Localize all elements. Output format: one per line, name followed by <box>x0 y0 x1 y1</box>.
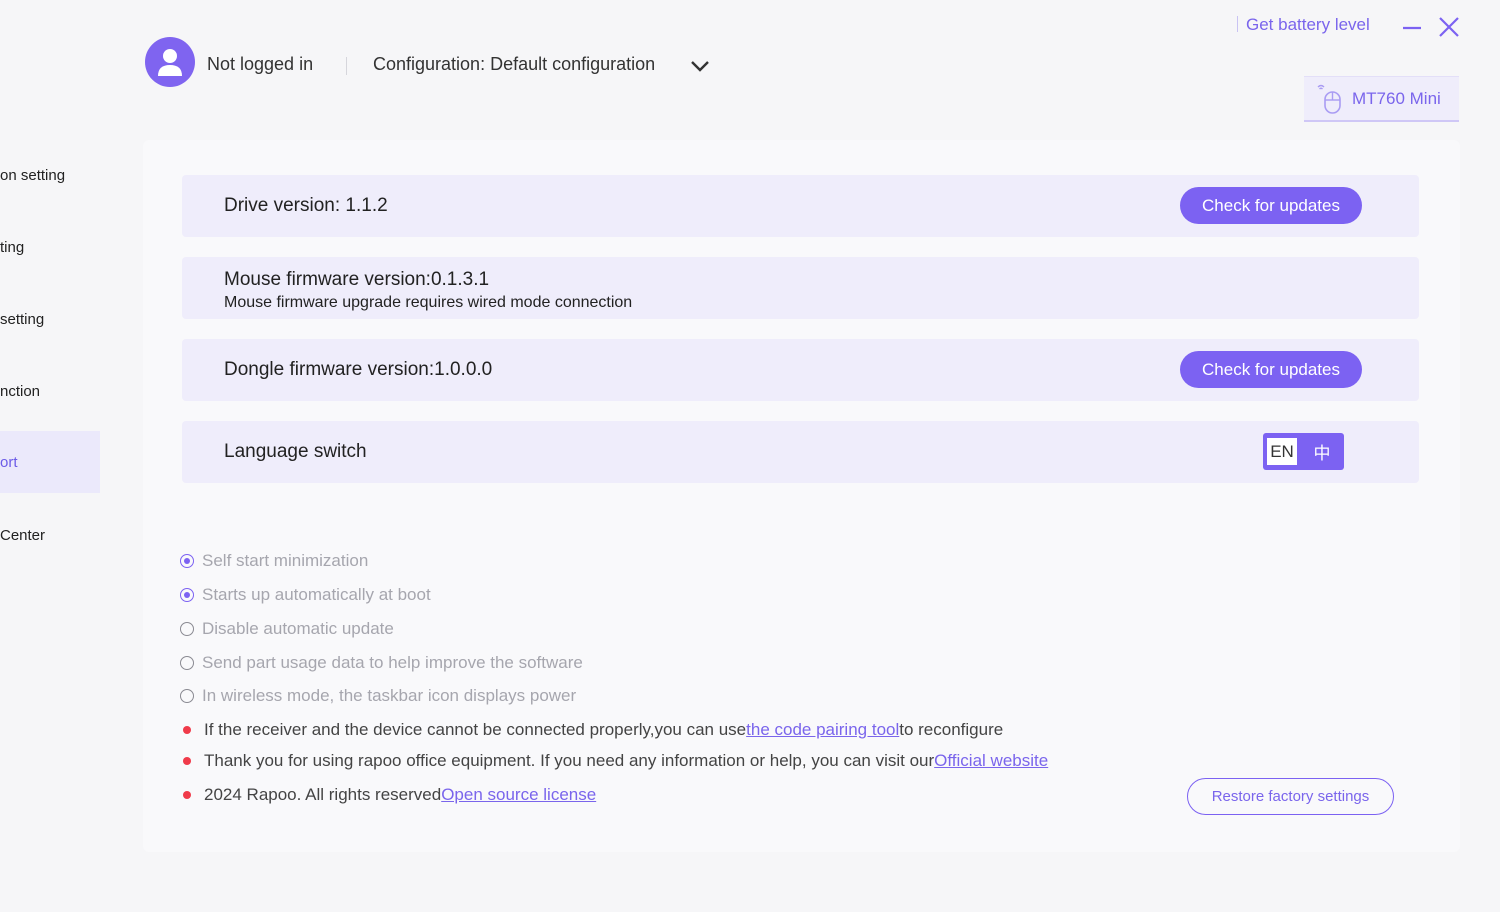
option-label: In wireless mode, the taskbar icon displ… <box>202 686 577 705</box>
radio-checked[interactable] <box>180 554 194 568</box>
avatar[interactable] <box>145 37 195 87</box>
radio-checked[interactable] <box>180 588 194 602</box>
sidebar-item-label: ort <box>0 453 18 471</box>
bullet-icon <box>183 757 191 765</box>
bullet-icon <box>183 726 191 734</box>
chevron-down-icon[interactable] <box>689 57 711 75</box>
close-icon[interactable] <box>1437 16 1461 38</box>
option-self-start-minimization[interactable]: Self start minimization <box>180 551 368 571</box>
app-window: on setting ting setting nction ort Cente… <box>0 0 1500 912</box>
login-status[interactable]: Not logged in <box>207 54 313 75</box>
sidebar-item-button-setting[interactable]: on setting <box>0 144 100 206</box>
sidebar-item-center[interactable]: Center <box>0 504 100 566</box>
bullet-icon <box>183 791 191 799</box>
sidebar-item-support[interactable]: ort <box>0 431 100 493</box>
mouse-firmware-note: Mouse firmware upgrade requires wired mo… <box>224 294 633 311</box>
sidebar-item-function[interactable]: nction <box>0 360 100 422</box>
minimize-icon[interactable] <box>1401 16 1423 38</box>
check-dongle-updates-button[interactable]: Check for updates <box>1180 351 1362 388</box>
dongle-firmware-row: Dongle firmware version:1.0.0.0 Check fo… <box>182 339 1419 401</box>
toolbar-divider <box>1237 16 1238 32</box>
user-icon <box>158 49 182 76</box>
thanks-note-prefix: Thank you for using rapoo office equipme… <box>204 751 935 770</box>
mouse-firmware-row: Mouse firmware version:0.1.3.1 Mouse fir… <box>182 257 1419 319</box>
copyright-text: 2024 Rapoo. All rights reserved <box>204 785 442 804</box>
sidebar-item-label: on setting <box>0 166 66 184</box>
option-taskbar-power[interactable]: In wireless mode, the taskbar icon displ… <box>180 686 576 706</box>
language-row: Language switch EN 中 <box>182 421 1419 483</box>
drive-version-row: Drive version: 1.1.2 Check for updates <box>182 175 1419 237</box>
configuration-selector[interactable]: Configuration: Default configuration <box>373 54 655 75</box>
option-label: Send part usage data to help improve the… <box>202 653 583 672</box>
radio-unchecked[interactable] <box>180 656 194 670</box>
option-label: Disable automatic update <box>202 619 394 638</box>
option-disable-auto-update[interactable]: Disable automatic update <box>180 619 394 639</box>
language-toggle[interactable]: EN 中 <box>1263 433 1344 470</box>
radio-unchecked[interactable] <box>180 689 194 703</box>
get-battery-level-link[interactable]: Get battery level <box>1246 15 1370 35</box>
wireless-mouse-icon <box>1317 84 1341 114</box>
sidebar-item-setting[interactable]: ting <box>0 216 100 278</box>
official-website-link[interactable]: Official website <box>934 751 1048 771</box>
code-pairing-tool-link[interactable]: the code pairing tool <box>746 720 899 740</box>
restore-factory-settings-button[interactable]: Restore factory settings <box>1187 778 1394 815</box>
pairing-note: If the receiver and the device cannot be… <box>182 720 1003 740</box>
option-start-at-boot[interactable]: Starts up automatically at boot <box>180 585 431 605</box>
language-switch-label: Language switch <box>224 441 367 462</box>
sidebar-item-label: Center <box>0 526 46 544</box>
sidebar-item-label: nction <box>0 382 41 400</box>
mouse-firmware-label: Mouse firmware version:0.1.3.1 <box>224 269 490 290</box>
dongle-firmware-label: Dongle firmware version:1.0.0.0 <box>224 359 493 380</box>
drive-version-label: Drive version: 1.1.2 <box>224 195 388 216</box>
thanks-note: Thank you for using rapoo office equipme… <box>182 751 1048 771</box>
sidebar: on setting ting setting nction ort Cente… <box>0 140 100 600</box>
language-option-en[interactable]: EN <box>1267 438 1297 465</box>
device-name: MT760 Mini <box>1352 88 1441 108</box>
copyright-note: 2024 Rapoo. All rights reserved Open sou… <box>182 785 596 805</box>
option-send-usage-data[interactable]: Send part usage data to help improve the… <box>180 653 583 673</box>
option-label: Starts up automatically at boot <box>202 585 431 604</box>
pairing-note-prefix: If the receiver and the device cannot be… <box>204 720 747 739</box>
open-source-license-link[interactable]: Open source license <box>441 785 596 805</box>
sidebar-item-label: setting <box>0 310 45 328</box>
device-selector[interactable]: MT760 Mini <box>1304 76 1459 122</box>
language-option-zh[interactable]: 中 <box>1307 438 1337 465</box>
radio-unchecked[interactable] <box>180 622 194 636</box>
pairing-note-suffix: to reconfigure <box>899 720 1004 739</box>
sidebar-item-advanced-setting[interactable]: setting <box>0 288 100 350</box>
header-divider <box>346 57 347 75</box>
check-driver-updates-button[interactable]: Check for updates <box>1180 187 1362 224</box>
main-panel <box>143 140 1460 852</box>
sidebar-item-label: ting <box>0 238 25 256</box>
option-label: Self start minimization <box>202 551 369 570</box>
